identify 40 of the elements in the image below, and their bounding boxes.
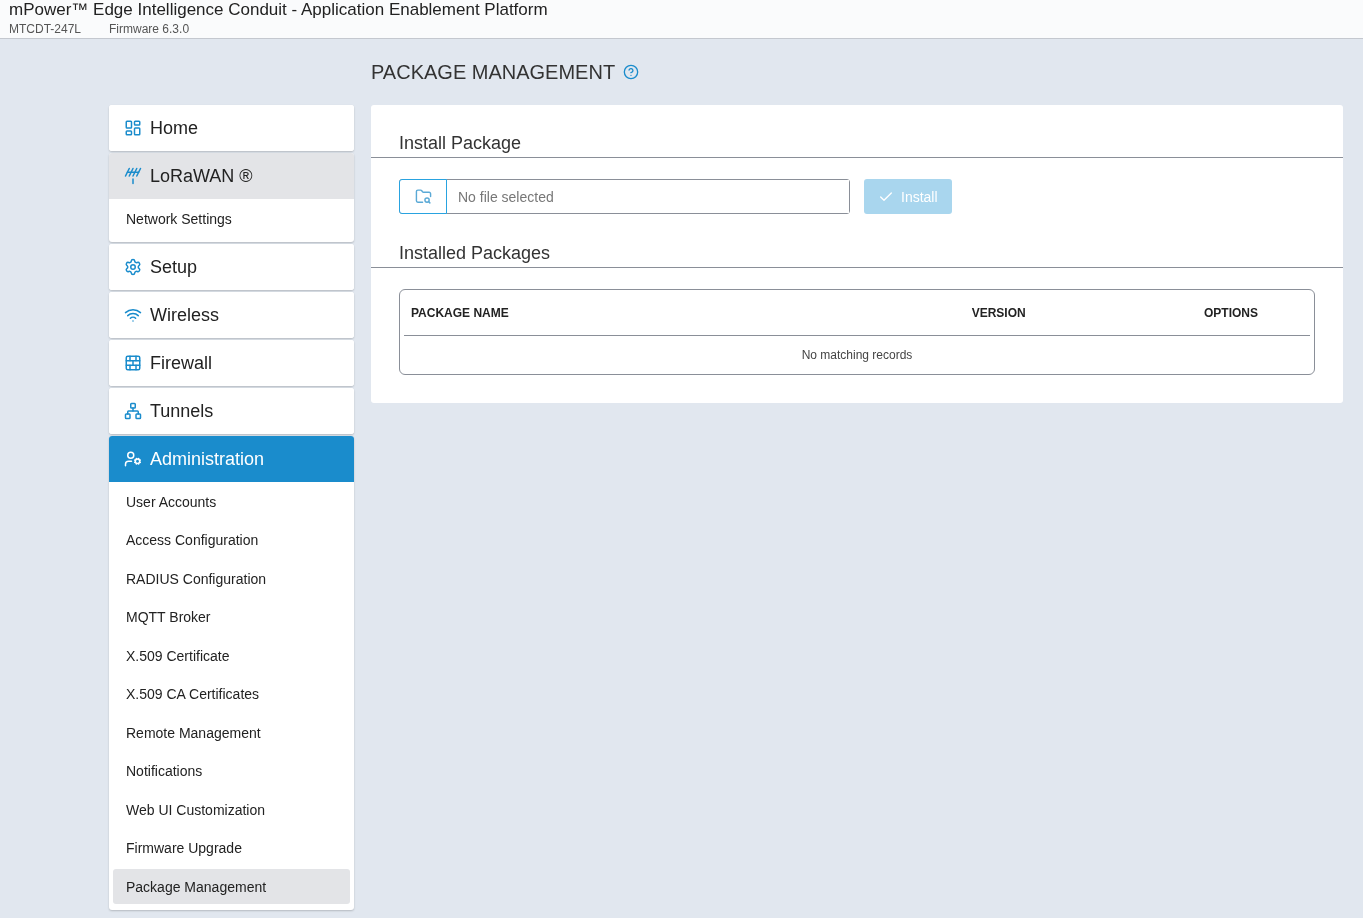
nav-item[interactable]: X.509 Certificate (113, 638, 350, 673)
column-header: PACKAGE NAME (411, 305, 509, 320)
nav-group-header[interactable]: Home (109, 105, 354, 151)
nav-item[interactable]: Firmware Upgrade (113, 830, 350, 866)
nav-group-header[interactable]: Administration (109, 436, 354, 482)
user-gear-icon (124, 450, 142, 468)
nav-group-header[interactable]: Setup (109, 244, 354, 290)
settings-icon (124, 258, 142, 276)
nav-group-header[interactable]: Tunnels (109, 388, 354, 434)
column-header: VERSION (971, 305, 1026, 320)
nav-item[interactable]: Notifications (113, 753, 350, 789)
page-title: PACKAGE MANAGEMENT (371, 60, 616, 84)
nav-item[interactable]: Network Settings (113, 201, 350, 236)
brick-wall-icon (124, 354, 142, 372)
dashboard-icon (124, 119, 142, 137)
app-title: mPower™ Edge Intelligence Conduit - Application Enablement Platform (9, 0, 549, 20)
nav-item[interactable]: User Accounts (113, 484, 350, 519)
help-icon[interactable] (623, 64, 640, 80)
browse-button[interactable] (399, 179, 447, 214)
empty-message: No matching records (801, 348, 913, 362)
device-model: MTCDT-247L (9, 22, 82, 36)
firmware-version: Firmware 6.3.0 (109, 22, 190, 36)
nav-group-header[interactable]: Wireless (109, 292, 354, 338)
nav-item[interactable]: Web UI Customization (113, 792, 350, 827)
nav-group-header[interactable]: Firewall (109, 340, 354, 386)
nav-item[interactable]: Remote Management (113, 715, 350, 750)
nav-item[interactable]: MQTT Broker (113, 599, 350, 635)
network-icon (124, 402, 142, 420)
section-heading: Install Package (371, 133, 1343, 158)
folder-search-icon (414, 188, 432, 205)
nav-item[interactable]: RADIUS Configuration (113, 561, 350, 596)
antenna-icon (124, 167, 142, 185)
file-field[interactable]: No file selected (399, 179, 850, 214)
nav-item[interactable]: Access Configuration (113, 522, 350, 558)
wifi-icon (124, 306, 142, 324)
nav-item[interactable]: X.509 CA Certificates (113, 676, 350, 712)
section-heading: Installed Packages (371, 243, 1343, 268)
nav-item[interactable]: Package Management (113, 869, 350, 904)
nav-group-header[interactable]: LoRaWAN ® (109, 153, 354, 199)
column-header: OPTIONS (1204, 305, 1258, 320)
